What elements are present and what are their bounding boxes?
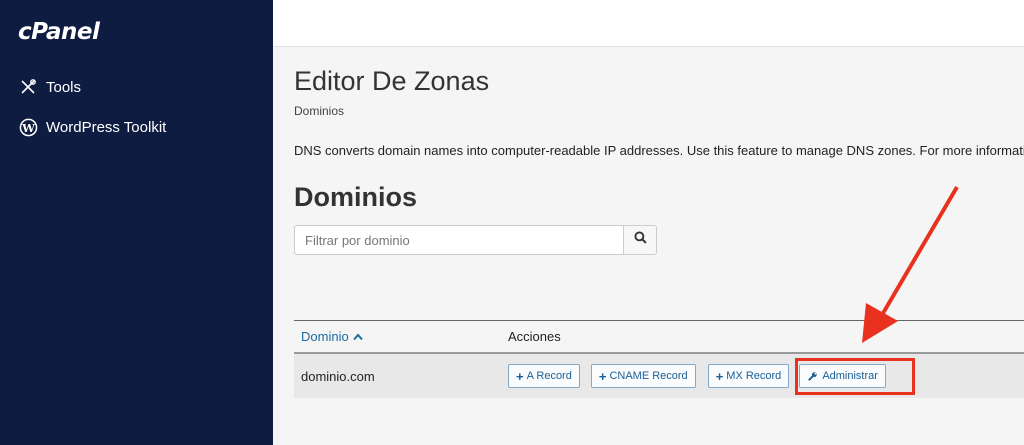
add-mx-record-button[interactable]: + MX Record bbox=[707, 364, 790, 388]
svg-text:W: W bbox=[21, 120, 35, 134]
breadcrumb: Dominios bbox=[294, 104, 345, 118]
annotation-highlight-box bbox=[795, 358, 915, 395]
plus-icon: + bbox=[598, 368, 607, 384]
domain-cell: dominio.com bbox=[301, 368, 375, 384]
search-icon bbox=[634, 231, 647, 249]
plus-icon: + bbox=[516, 368, 524, 384]
search-bar bbox=[294, 225, 657, 255]
sidebar-item-label: WordPress Toolkit bbox=[46, 118, 167, 136]
section-title: Dominios bbox=[294, 182, 418, 212]
column-header-actions: Acciones bbox=[508, 329, 561, 344]
cpanel-logo[interactable]: cPanel bbox=[18, 19, 100, 45]
add-cname-record-button[interactable]: + CNAME Record bbox=[590, 364, 696, 388]
add-a-record-button[interactable]: + A Record bbox=[508, 364, 580, 388]
search-button[interactable] bbox=[623, 225, 657, 255]
page-title: Editor De Zonas bbox=[294, 66, 490, 96]
chevron-up-icon bbox=[352, 332, 363, 341]
top-bar bbox=[273, 0, 1024, 47]
column-header-domain[interactable]: Dominio bbox=[294, 329, 508, 344]
sidebar-item-label: Tools bbox=[46, 78, 82, 96]
annotation-arrow-icon bbox=[862, 185, 959, 343]
wordpress-icon: W bbox=[18, 117, 38, 137]
search-input[interactable] bbox=[294, 225, 624, 255]
sidebar: cPanel Tools W WordPress Toolkit bbox=[0, 0, 273, 445]
tools-icon bbox=[18, 77, 38, 97]
sidebar-item-wordpress-toolkit[interactable]: W WordPress Toolkit bbox=[18, 117, 166, 137]
page-description: DNS converts domain names into computer-… bbox=[294, 143, 1024, 158]
plus-icon: + bbox=[715, 368, 724, 384]
sidebar-item-tools[interactable]: Tools bbox=[18, 77, 81, 97]
